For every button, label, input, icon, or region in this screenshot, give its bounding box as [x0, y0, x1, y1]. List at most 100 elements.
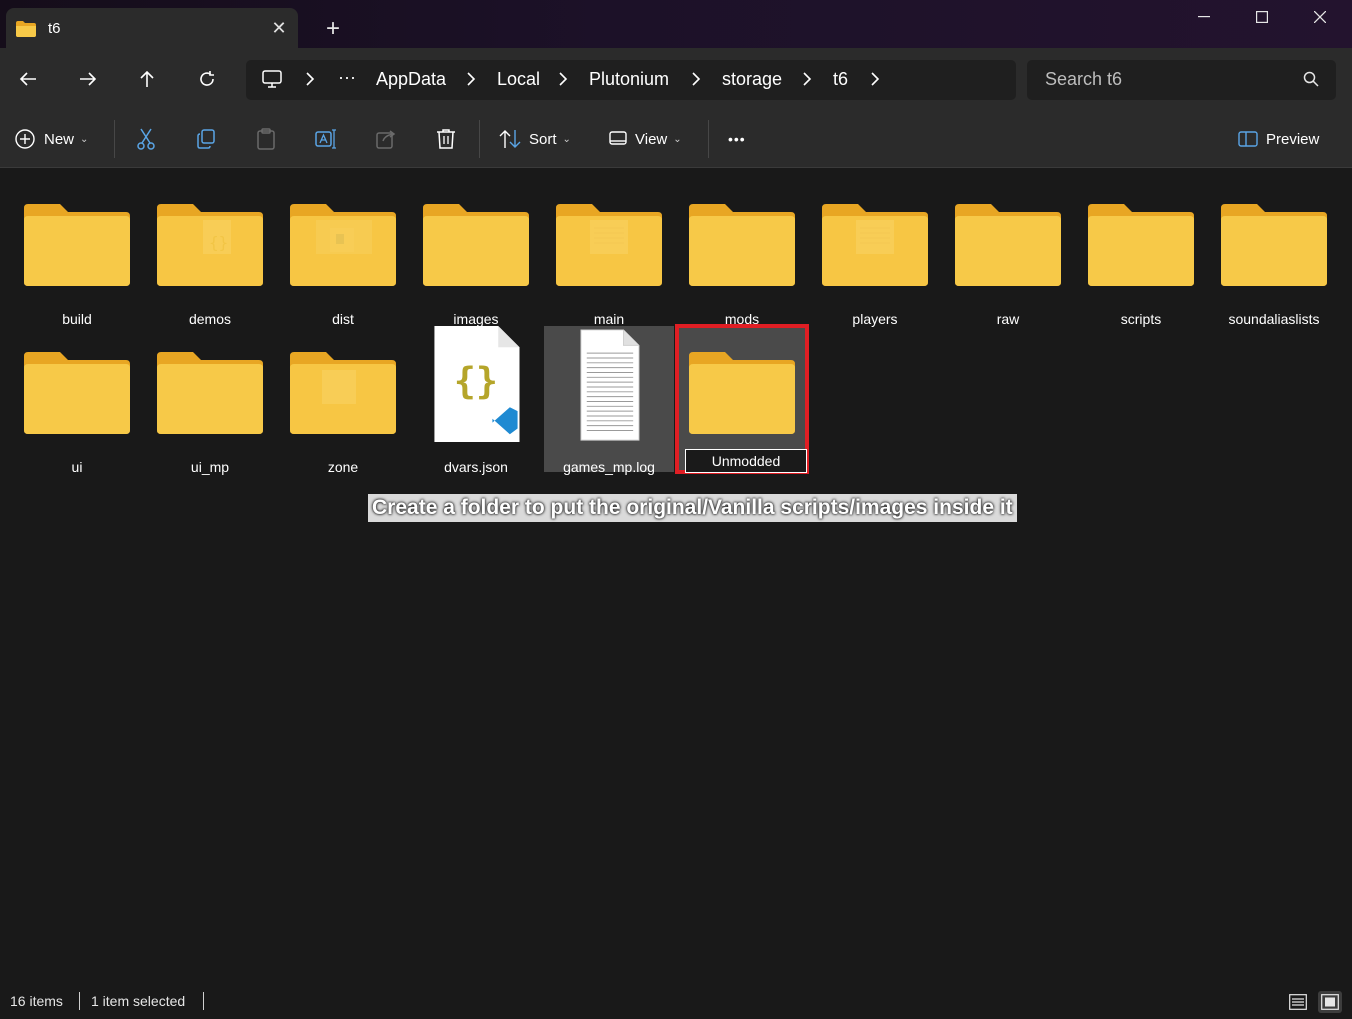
file-name: zone — [327, 459, 359, 475]
file-item-mods[interactable]: mods — [677, 178, 807, 327]
forward-button[interactable] — [70, 62, 106, 96]
command-bar: New ⌄ Sort ⌄ View ⌄ ••• Preview — [0, 110, 1352, 168]
paste-button[interactable] — [256, 124, 276, 154]
selection-count: 1 item selected — [91, 993, 186, 1009]
refresh-button[interactable] — [189, 62, 225, 96]
divider — [79, 992, 80, 1010]
file-item-dist[interactable]: dist — [278, 178, 408, 327]
file-item-zone[interactable]: zone — [278, 326, 408, 475]
folder-icon — [24, 352, 130, 434]
breadcrumb-t6[interactable]: t6 — [833, 69, 848, 90]
chevron-right-icon — [559, 72, 568, 86]
minimize-icon — [1198, 16, 1210, 18]
file-item-demos[interactable]: {} demos — [145, 178, 275, 327]
file-item-raw[interactable]: raw — [943, 178, 1073, 327]
file-item-images[interactable]: images — [411, 178, 541, 327]
file-name: players — [852, 311, 898, 327]
details-view-button[interactable] — [1286, 991, 1310, 1013]
tab-close-icon[interactable]: ✕ — [268, 17, 290, 39]
search-box[interactable]: Search t6 — [1027, 60, 1336, 100]
rename-input[interactable]: Unmodded — [685, 449, 807, 473]
file-item-soundaliaslists[interactable]: soundaliaslists — [1209, 178, 1339, 327]
folder-icon — [955, 204, 1061, 286]
chevron-right-icon — [692, 72, 701, 86]
folder-icon — [822, 204, 928, 286]
folder-icon — [24, 204, 130, 286]
copy-icon — [197, 129, 215, 149]
minimize-button[interactable] — [1175, 0, 1233, 34]
file-name: soundaliaslists — [1228, 311, 1320, 327]
file-item-scripts[interactable]: scripts — [1076, 178, 1206, 327]
scissors-icon — [137, 128, 155, 150]
more-options-button[interactable]: ••• — [728, 124, 746, 154]
maximize-icon — [1256, 11, 1268, 23]
file-list: Unmodded games_mp.log {} dvars.json zone… — [0, 168, 1352, 986]
arrow-right-icon — [80, 72, 97, 86]
chevron-right-icon[interactable] — [869, 71, 881, 87]
back-button[interactable] — [10, 62, 46, 96]
json-file-icon: {} — [434, 326, 520, 442]
folder-icon — [423, 204, 529, 286]
tab-t6[interactable]: t6 ✕ — [6, 8, 298, 50]
file-name: build — [62, 311, 92, 327]
chevron-down-icon: ⌄ — [673, 133, 682, 145]
delete-button[interactable] — [436, 124, 456, 154]
rename-button[interactable] — [315, 124, 337, 154]
cut-button[interactable] — [136, 124, 156, 154]
file-item-ui-mp[interactable]: ui_mp — [145, 326, 275, 475]
chevron-down-icon: ⌄ — [80, 133, 89, 145]
view-button[interactable]: View ⌄ — [609, 124, 682, 154]
sort-button[interactable]: Sort ⌄ — [499, 124, 571, 154]
navigation-bar: ··· AppData Local Plutonium storage t6 S… — [0, 48, 1352, 110]
log-file-icon — [580, 329, 640, 441]
folder-icon — [1088, 204, 1194, 286]
breadcrumb-plutonium[interactable]: Plutonium — [589, 69, 669, 90]
file-item-build[interactable]: build — [12, 178, 142, 327]
breadcrumb-overflow[interactable]: ··· — [338, 67, 356, 88]
preview-button[interactable]: Preview — [1238, 124, 1319, 154]
breadcrumb-local[interactable]: Local — [497, 69, 540, 90]
details-view-icon — [1289, 994, 1307, 1010]
file-item-games-mp-log[interactable]: games_mp.log — [544, 326, 674, 475]
share-button[interactable] — [376, 124, 396, 154]
rename-icon — [315, 129, 336, 149]
new-tab-icon[interactable]: + — [320, 16, 346, 42]
copy-button[interactable] — [196, 124, 216, 154]
preview-pane-icon — [1238, 131, 1258, 147]
chevron-right-icon — [803, 72, 812, 86]
file-item-main[interactable]: main — [544, 178, 674, 327]
arrow-left-icon — [19, 72, 36, 86]
up-button[interactable] — [129, 62, 165, 96]
folder-icon — [290, 352, 396, 434]
status-bar: 16 items 1 item selected — [0, 986, 1352, 1019]
file-name: ui — [71, 459, 83, 475]
chevron-right-icon — [306, 72, 315, 86]
file-item-players[interactable]: players — [810, 178, 940, 327]
folder-icon — [157, 352, 263, 434]
chevron-down-icon: ⌄ — [562, 133, 571, 145]
breadcrumb-appdata[interactable]: AppData — [376, 69, 446, 90]
large-icons-view-button[interactable] — [1318, 991, 1342, 1013]
file-name: scripts — [1120, 311, 1162, 327]
folder-icon — [689, 352, 795, 434]
breadcrumb-storage[interactable]: storage — [722, 69, 782, 90]
tab-title: t6 — [48, 20, 61, 37]
file-item-ui[interactable]: ui — [12, 326, 142, 475]
file-explorer-window: t6 ✕ + ··· AppData Local Plutonium stora… — [0, 0, 1352, 1019]
preview-label: Preview — [1266, 130, 1320, 148]
address-bar[interactable]: ··· AppData Local Plutonium storage t6 — [246, 60, 1016, 100]
new-label: New — [44, 130, 75, 148]
plus-circle-icon — [15, 129, 35, 149]
file-name: main — [593, 311, 625, 327]
file-name: raw — [996, 311, 1020, 327]
share-icon — [376, 130, 396, 149]
folder-icon — [689, 204, 795, 286]
file-name: mods — [724, 311, 760, 327]
caption-overlay: Create a folder to put the original/Vani… — [368, 494, 1017, 522]
file-item-unmodded[interactable]: Unmodded — [675, 324, 809, 474]
new-button[interactable]: New ⌄ — [14, 124, 88, 154]
close-button[interactable] — [1291, 0, 1349, 34]
more-icon: ••• — [728, 131, 746, 147]
maximize-button[interactable] — [1233, 0, 1291, 34]
file-item-dvars-json[interactable]: {} dvars.json — [411, 326, 541, 475]
